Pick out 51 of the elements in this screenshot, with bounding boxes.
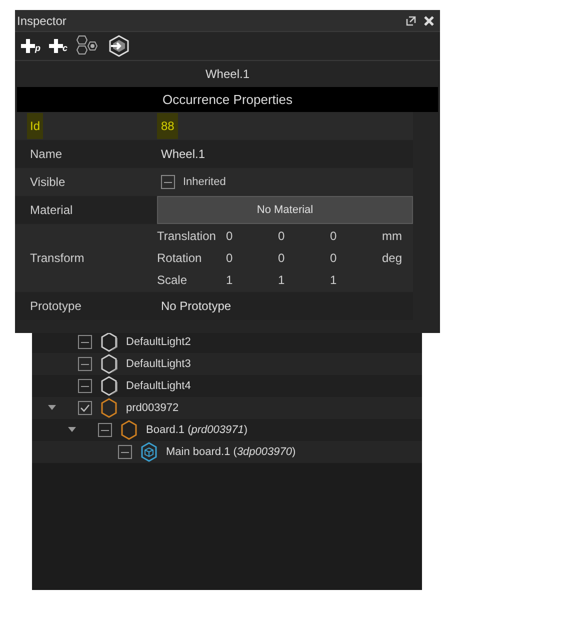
transform-value: 1 (226, 272, 234, 289)
transform-label: Scale (157, 272, 188, 289)
checkbox[interactable] (78, 401, 92, 415)
transform-value: 0 (278, 250, 286, 267)
transform-label: Rotation (157, 250, 203, 267)
undock-icon[interactable] (406, 16, 416, 26)
checkbox[interactable] (98, 423, 112, 437)
checkbox-label: Inherited (183, 174, 226, 190)
panel-title: Inspector (17, 12, 66, 30)
tree-item[interactable]: DefaultLight2 (126, 334, 191, 350)
hexagon-icon (100, 332, 118, 352)
tree-item[interactable]: DefaultLight4 (126, 378, 191, 394)
transform-value: 0 (330, 228, 338, 245)
material-button[interactable]: No Material (157, 196, 413, 224)
property-label: Transform (30, 251, 84, 265)
hexagon-arrow-icon[interactable] (108, 35, 130, 57)
hexagon-icon (100, 398, 118, 418)
property-label: Id (27, 113, 44, 139)
checkbox[interactable] (78, 357, 92, 371)
expand-arrow-icon[interactable] (68, 427, 76, 433)
transform-value: 1 (278, 272, 286, 289)
property-value: Wheel.1 (160, 146, 206, 163)
expand-arrow-icon[interactable] (48, 405, 56, 411)
transform-value: 1 (330, 272, 338, 289)
tree-item[interactable]: prd003972 (126, 400, 179, 416)
hexagon-icon (100, 376, 118, 396)
property-label: Visible (30, 175, 66, 189)
tree-item[interactable]: DefaultLight3 (126, 356, 191, 372)
transform-value: 0 (330, 250, 338, 267)
property-value: 88 (157, 113, 178, 139)
hexagon-icon (120, 420, 138, 440)
property-label: Material (30, 203, 73, 217)
checkbox[interactable] (118, 445, 132, 459)
transform-label: Translation (157, 228, 217, 245)
hexagons-icon[interactable] (76, 35, 100, 57)
hexagon-icon (100, 354, 118, 374)
unit-label: mm (382, 228, 402, 245)
section-header: Occurrence Properties (17, 87, 438, 112)
checkbox[interactable] (161, 175, 175, 189)
property-label: Name (29, 146, 64, 163)
transform-value: 0 (226, 228, 234, 245)
unit-label: deg (382, 250, 402, 267)
transform-value: 0 (278, 228, 286, 245)
checkbox[interactable] (78, 379, 92, 393)
transform-value: 0 (226, 250, 234, 267)
object-name: Wheel.1 (205, 66, 250, 83)
cube-icon (140, 442, 158, 462)
checkbox[interactable] (78, 335, 92, 349)
property-value: No Prototype (160, 298, 232, 315)
close-icon[interactable] (424, 16, 434, 26)
property-label: Prototype (29, 298, 82, 315)
